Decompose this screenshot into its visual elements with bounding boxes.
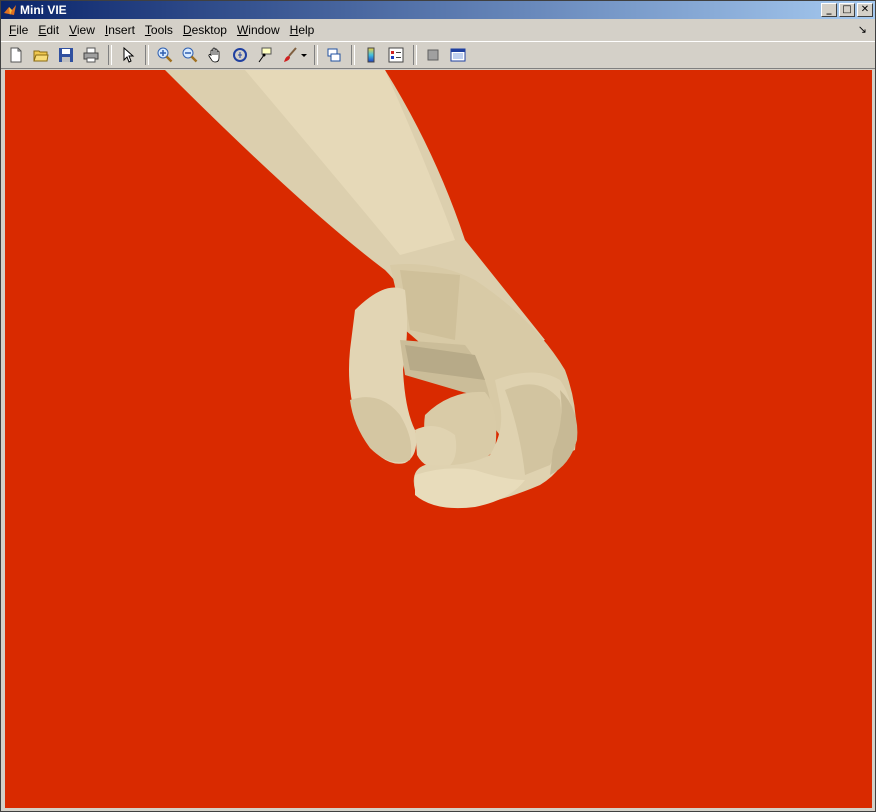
link-plot-icon[interactable]	[323, 44, 345, 66]
toolbar-separator	[108, 45, 112, 65]
zoom-out-icon[interactable]	[179, 44, 201, 66]
hand-3d-model[interactable]	[5, 70, 872, 808]
menu-file[interactable]: File	[4, 23, 33, 37]
new-figure-icon[interactable]	[5, 44, 27, 66]
minimize-button[interactable]: _	[821, 3, 837, 17]
pan-hand-icon[interactable]	[204, 44, 226, 66]
menu-desktop[interactable]: Desktop	[178, 23, 232, 37]
brush-dropdown-icon[interactable]	[300, 44, 308, 66]
title-bar[interactable]: Mini VIE _ □ ✕	[1, 1, 875, 19]
menu-insert[interactable]: Insert	[100, 23, 140, 37]
save-figure-icon[interactable]	[55, 44, 77, 66]
figure-toolbar	[1, 41, 875, 69]
menu-edit[interactable]: Edit	[33, 23, 64, 37]
toolbar-separator	[314, 45, 318, 65]
rotate-3d-icon[interactable]	[229, 44, 251, 66]
menu-window[interactable]: Window	[232, 23, 285, 37]
show-plot-tools-icon[interactable]	[447, 44, 469, 66]
menu-tools[interactable]: Tools	[140, 23, 178, 37]
window-title: Mini VIE	[20, 3, 67, 17]
close-button[interactable]: ✕	[857, 3, 873, 17]
dock-figure-arrow-icon[interactable]: ↘	[858, 23, 867, 36]
insert-colorbar-icon[interactable]	[360, 44, 382, 66]
brush-icon[interactable]	[279, 44, 301, 66]
data-cursor-icon[interactable]	[254, 44, 276, 66]
matlab-logo-icon	[4, 5, 16, 15]
toolbar-separator	[413, 45, 417, 65]
edit-plot-arrow-icon[interactable]	[117, 44, 139, 66]
hide-plot-tools-icon[interactable]	[422, 44, 444, 66]
zoom-in-icon[interactable]	[154, 44, 176, 66]
open-file-icon[interactable]	[30, 44, 52, 66]
print-figure-icon[interactable]	[80, 44, 102, 66]
maximize-button[interactable]: □	[839, 3, 855, 17]
menu-bar: File Edit View Insert Tools Desktop Wind…	[1, 19, 875, 41]
main-window: Mini VIE _ □ ✕ File Edit View Insert Too…	[0, 0, 876, 812]
figure-canvas[interactable]	[5, 70, 872, 808]
insert-legend-icon[interactable]	[385, 44, 407, 66]
toolbar-separator	[145, 45, 149, 65]
menu-view[interactable]: View	[64, 23, 100, 37]
toolbar-separator	[351, 45, 355, 65]
menu-help[interactable]: Help	[285, 23, 320, 37]
